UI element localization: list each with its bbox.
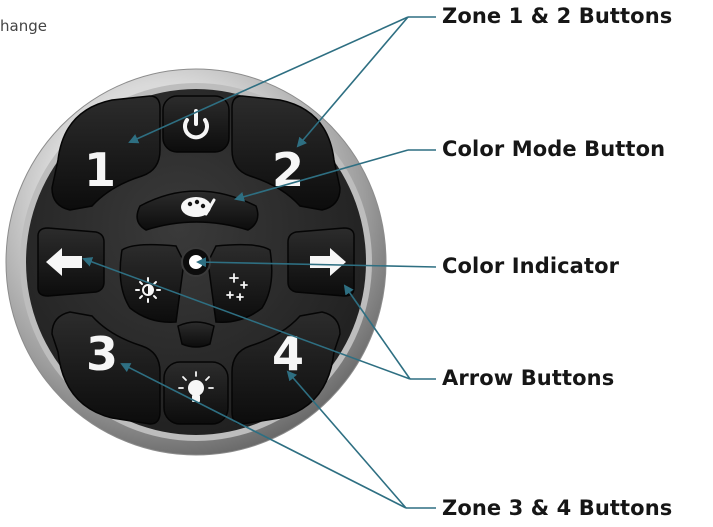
- callout-zone-3-4: Zone 3 & 4 Buttons: [442, 496, 673, 520]
- callout-color-indicator: Color Indicator: [442, 254, 620, 278]
- callout-color-mode: Color Mode Button: [442, 137, 666, 161]
- leader-zone4: [286, 370, 407, 509]
- zone-3-label: 3: [86, 327, 118, 381]
- lower-center-button: [177, 321, 215, 348]
- brightness-icon: [135, 277, 161, 303]
- remote-diagram: 1 2 3 4 hange Zone 1 & 2 Buttons Color M…: [0, 0, 713, 527]
- leader-zone2: [296, 16, 409, 148]
- right-arrow-button[interactable]: [287, 227, 355, 297]
- callout-zone-1-2: Zone 1 & 2 Buttons: [442, 4, 673, 28]
- light-button[interactable]: [163, 361, 229, 425]
- zone-1-label: 1: [84, 143, 116, 197]
- cropped-caption-text: hange: [0, 17, 47, 35]
- zone-2-label: 2: [272, 143, 304, 197]
- callout-arrow-buttons: Arrow Buttons: [442, 366, 615, 390]
- power-button[interactable]: [162, 95, 230, 153]
